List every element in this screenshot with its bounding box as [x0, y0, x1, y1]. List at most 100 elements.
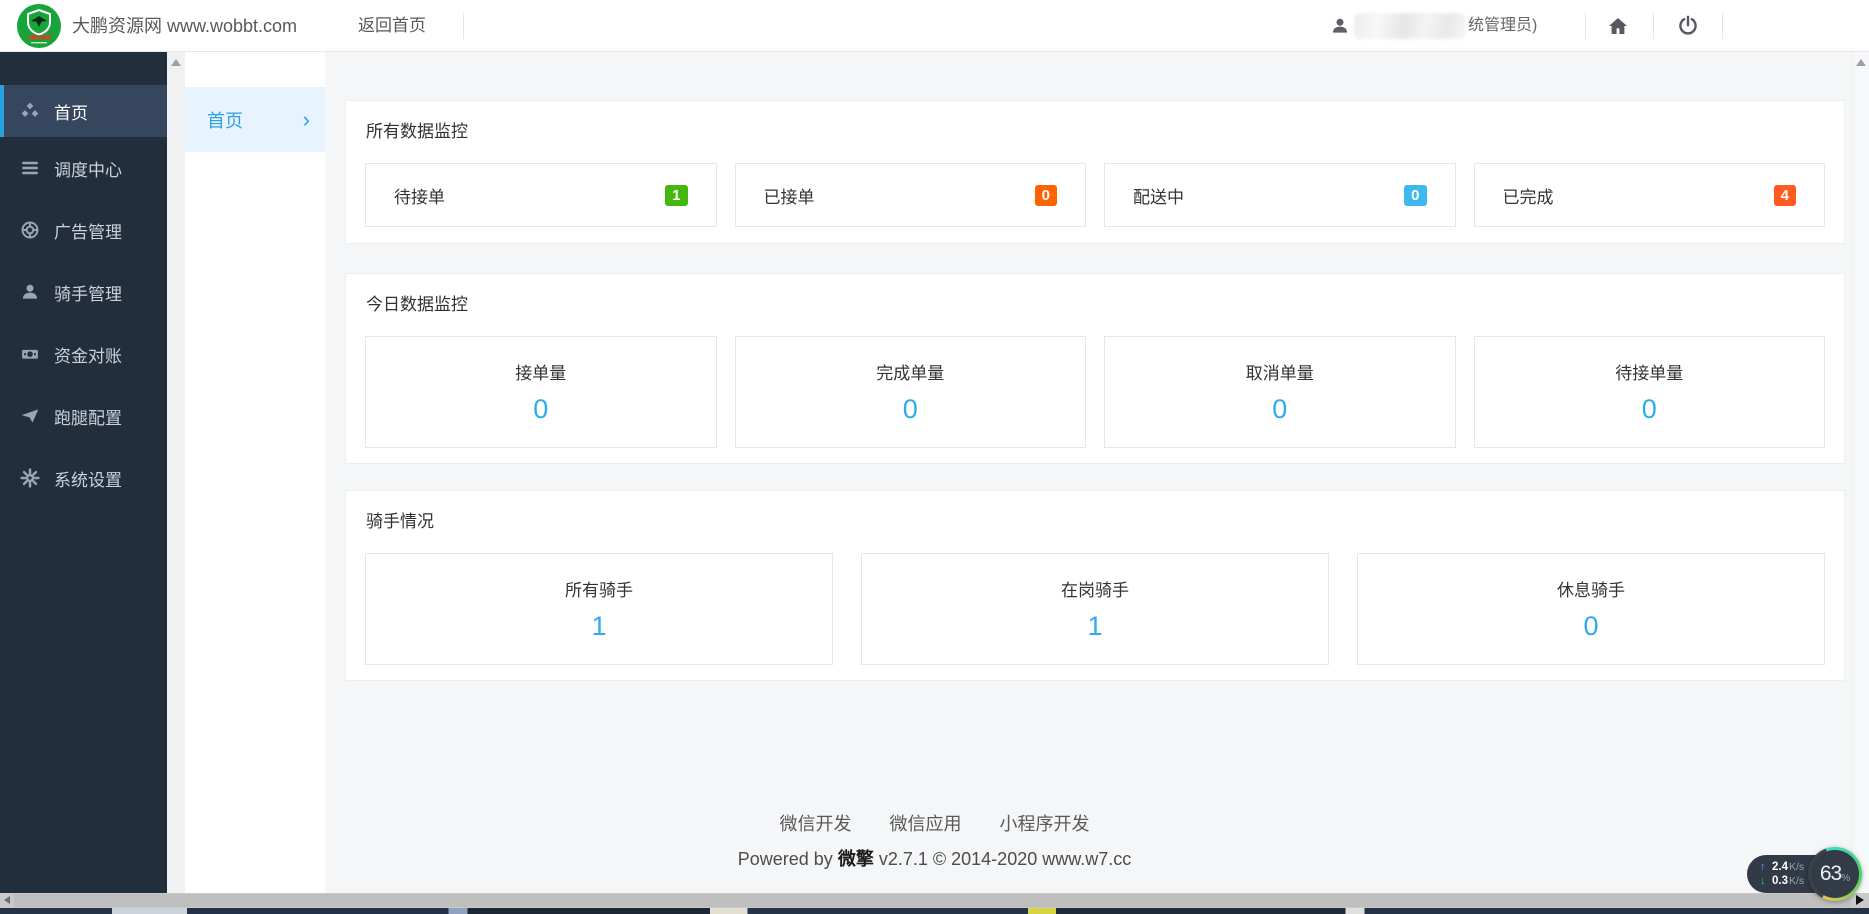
section-today-data-monitor: 今日数据监控 接单量0 完成单量 0 取消单量 0 待接单量 0 [345, 273, 1845, 464]
memory-usage-gauge[interactable]: 63 % [1808, 847, 1862, 901]
powered-prefix: Powered by [738, 849, 833, 869]
stat-card[interactable]: 待接单 1 [365, 163, 717, 227]
user-role-suffix: 统管理员) [1468, 0, 1537, 52]
powered-brand[interactable]: 微擎 [838, 849, 874, 869]
sidebar-item-globe[interactable]: 广告管理 [0, 199, 167, 261]
topbar-divider [1585, 13, 1586, 39]
scroll-up-arrow-icon[interactable] [171, 59, 181, 66]
horizontal-scrollbar[interactable] [0, 893, 1869, 908]
sidebar-item-label: 广告管理 [54, 218, 122, 243]
taskbar-sliver [0, 908, 1869, 914]
stat-card: 取消单量 0 [1104, 336, 1456, 448]
stat-card: 待接单量 0 [1474, 336, 1826, 448]
stat-card-label: 完成单量 [876, 359, 944, 384]
stat-card: 完成单量 0 [735, 336, 1087, 448]
sidebar-item-label: 资金对账 [54, 342, 122, 367]
sidebar-item-label: 骑手管理 [54, 280, 122, 305]
scroll-left-arrow-icon[interactable] [4, 896, 10, 904]
download-arrow-icon: ↓ [1760, 875, 1772, 888]
submenu-item[interactable]: 首页 › [185, 87, 325, 152]
site-logo[interactable]: 大鹏资源网 [17, 4, 61, 48]
upload-arrow-icon: ↑ [1760, 861, 1772, 874]
sidebar-item-gear[interactable]: 系统设置 [0, 447, 167, 509]
sidebar-item-label: 系统设置 [54, 466, 122, 491]
stat-card-value: 1 [591, 611, 606, 642]
stat-card-label: 所有骑手 [565, 576, 633, 601]
status-badge: 1 [665, 185, 687, 206]
gauge-percent-sign: % [1841, 873, 1850, 884]
download-speed-value: 0.3 [1772, 875, 1788, 888]
username-redacted [1354, 13, 1466, 39]
footer-link[interactable]: 微信应用 [890, 814, 962, 834]
logo-image: 大鹏资源网 [17, 4, 61, 48]
upload-speed-value: 2.4 [1772, 861, 1788, 874]
power-logout-icon[interactable] [1676, 14, 1700, 38]
sidebar: 首页调度中心广告管理骑手管理资金对账跑腿配置系统设置 [0, 52, 167, 893]
home-icon[interactable] [1606, 14, 1630, 38]
submenu-item-label: 首页 [207, 107, 243, 133]
section-title: 所有数据监控 [366, 117, 1844, 142]
status-badge: 0 [1035, 185, 1057, 206]
submenu-panel: 首页 › [185, 52, 325, 893]
sidebar-menu: 首页调度中心广告管理骑手管理资金对账跑腿配置系统设置 [0, 85, 167, 509]
sidebar-item-cubes[interactable]: 首页 [0, 85, 167, 137]
globe-icon [20, 220, 40, 240]
stat-card: 接单量0 [365, 336, 717, 448]
stat-card-label: 接单量 [515, 359, 566, 384]
sidebar-item-label: 首页 [54, 99, 88, 124]
stat-card-label: 取消单量 [1246, 359, 1314, 384]
stat-card-value: 0 [1642, 394, 1657, 425]
app-window: 大鹏资源网 大鹏资源网 www.wobbt.com 返回首页 统管理员) 首页调… [0, 0, 1869, 914]
stat-card-row: 待接单 1 已接单 0 配送中 0 已完成4 [365, 163, 1825, 227]
stat-card-label: 待接单 [394, 183, 445, 208]
brand-title: 大鹏资源网 www.wobbt.com [72, 0, 297, 52]
cubes-icon [20, 101, 40, 121]
user-icon[interactable] [1330, 16, 1350, 36]
speed-unit: K/s [1789, 861, 1804, 874]
chevron-right-icon: › [303, 109, 310, 131]
stat-card-label: 待接单量 [1615, 359, 1683, 384]
stat-card-value: 0 [1272, 394, 1287, 425]
svg-text:大鹏资源网: 大鹏资源网 [26, 35, 51, 42]
stat-card[interactable]: 已完成4 [1474, 163, 1826, 227]
stat-card-label: 配送中 [1133, 183, 1184, 208]
scroll-up-arrow-icon[interactable] [1856, 59, 1866, 66]
topbar-divider [1653, 13, 1654, 39]
footer-link[interactable]: 微信开发 [780, 814, 852, 834]
section-title: 今日数据监控 [366, 290, 1844, 315]
stat-card-label: 休息骑手 [1557, 576, 1625, 601]
footer-link[interactable]: 小程序开发 [1000, 814, 1090, 834]
topbar: 大鹏资源网 大鹏资源网 www.wobbt.com 返回首页 统管理员) [0, 0, 1869, 52]
stat-card[interactable]: 配送中 0 [1104, 163, 1456, 227]
sidebar-item-money[interactable]: 资金对账 [0, 323, 167, 385]
stat-card-value: 1 [1087, 611, 1102, 642]
sidebar-item-list[interactable]: 调度中心 [0, 137, 167, 199]
stat-card-label: 已接单 [764, 183, 815, 208]
stat-card[interactable]: 已接单 0 [735, 163, 1087, 227]
sidebar-item-label: 跑腿配置 [54, 404, 122, 429]
gauge-percent: 63 [1820, 862, 1841, 886]
stat-card-value: 0 [903, 394, 918, 425]
sidebar-item-user[interactable]: 骑手管理 [0, 261, 167, 323]
topbar-divider [463, 13, 464, 39]
gauge-face: 63 % [1811, 850, 1859, 898]
stat-card: 所有骑手 1 [365, 553, 833, 665]
network-monitor-overlay[interactable]: ↑ 2.4 K/s ↓ 0.3 K/s 63 % [1749, 845, 1869, 905]
status-badge: 0 [1404, 185, 1426, 206]
stat-card-label: 在岗骑手 [1061, 576, 1129, 601]
speed-unit: K/s [1789, 875, 1804, 888]
stat-card-value: 0 [1583, 611, 1598, 642]
main-content: 所有数据监控 待接单1已接单0配送中0已完成4 今日数据监控 接单量0完成单量0… [325, 52, 1869, 893]
section-all-data-monitor: 所有数据监控 待接单 1 已接单 0 配送中 0 已完成4 [345, 100, 1845, 244]
stat-card-label: 已完成 [1503, 183, 1554, 208]
sidebar-scrollbar[interactable] [167, 52, 185, 893]
list-icon [20, 158, 40, 178]
content-scrollbar[interactable] [1852, 52, 1869, 893]
back-home-link[interactable]: 返回首页 [358, 0, 426, 52]
scrollbar-thumb[interactable] [14, 894, 1851, 907]
gear-icon [20, 468, 40, 488]
sidebar-item-label: 调度中心 [54, 156, 122, 181]
topbar-divider [1722, 13, 1723, 39]
stat-card: 休息骑手 0 [1357, 553, 1825, 665]
sidebar-item-send[interactable]: 跑腿配置 [0, 385, 167, 447]
